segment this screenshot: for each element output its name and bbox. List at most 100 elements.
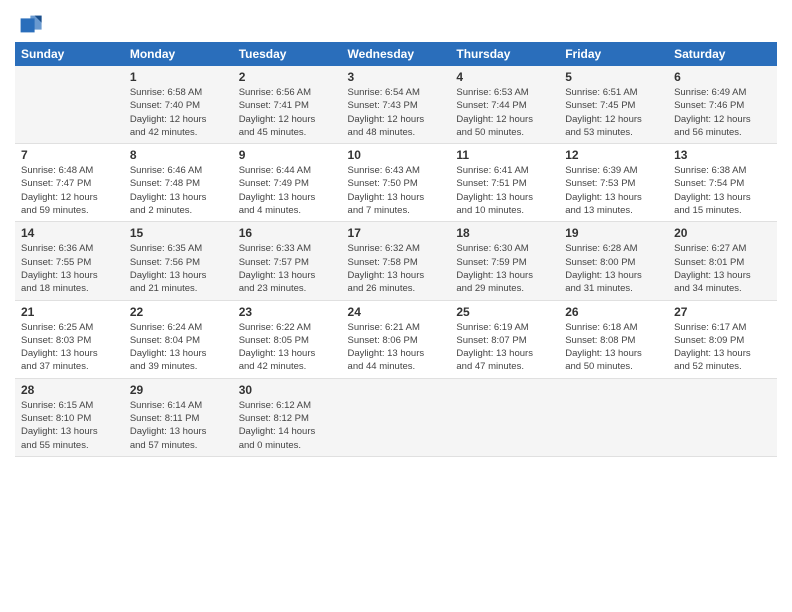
calendar-cell: 3 Sunrise: 6:54 AM Sunset: 7:43 PM Daylig… [342,66,451,144]
day-number: 2 [239,70,336,84]
day-number: 25 [456,305,553,319]
day-number: 19 [565,226,662,240]
day-number: 16 [239,226,336,240]
day-info: Sunrise: 6:36 AM Sunset: 7:55 PM Dayligh… [21,242,118,295]
day-info: Sunrise: 6:30 AM Sunset: 7:59 PM Dayligh… [456,242,553,295]
day-number: 11 [456,148,553,162]
calendar-cell: 16 Sunrise: 6:33 AM Sunset: 7:57 PM Dayli… [233,222,342,300]
day-info: Sunrise: 6:43 AM Sunset: 7:50 PM Dayligh… [348,164,445,217]
calendar-cell: 24 Sunrise: 6:21 AM Sunset: 8:06 PM Dayli… [342,300,451,378]
day-number: 26 [565,305,662,319]
day-info: Sunrise: 6:28 AM Sunset: 8:00 PM Dayligh… [565,242,662,295]
header [15,10,777,38]
day-info: Sunrise: 6:22 AM Sunset: 8:05 PM Dayligh… [239,321,336,374]
day-number: 21 [21,305,118,319]
day-number: 18 [456,226,553,240]
calendar-cell: 14 Sunrise: 6:36 AM Sunset: 7:55 PM Dayli… [15,222,124,300]
day-number: 10 [348,148,445,162]
day-info: Sunrise: 6:53 AM Sunset: 7:44 PM Dayligh… [456,86,553,139]
calendar-cell [668,378,777,456]
logo-icon [15,10,43,38]
day-number: 4 [456,70,553,84]
calendar-cell: 29 Sunrise: 6:14 AM Sunset: 8:11 PM Dayli… [124,378,233,456]
calendar-cell: 12 Sunrise: 6:39 AM Sunset: 7:53 PM Dayli… [559,144,668,222]
day-info: Sunrise: 6:35 AM Sunset: 7:56 PM Dayligh… [130,242,227,295]
calendar-cell: 22 Sunrise: 6:24 AM Sunset: 8:04 PM Dayli… [124,300,233,378]
calendar-cell: 6Sunrise: 6:49 AM Sunset: 7:46 PM Daylig… [668,66,777,144]
day-info: Sunrise: 6:44 AM Sunset: 7:49 PM Dayligh… [239,164,336,217]
calendar-cell [559,378,668,456]
day-info: Sunrise: 6:25 AM Sunset: 8:03 PM Dayligh… [21,321,118,374]
day-info: Sunrise: 6:17 AM Sunset: 8:09 PM Dayligh… [674,321,771,374]
day-number: 13 [674,148,771,162]
calendar-cell: 25 Sunrise: 6:19 AM Sunset: 8:07 PM Dayli… [450,300,559,378]
calendar-cell: 20Sunrise: 6:27 AM Sunset: 8:01 PM Dayli… [668,222,777,300]
calendar-cell: 28 Sunrise: 6:15 AM Sunset: 8:10 PM Dayli… [15,378,124,456]
week-row-2: 7Sunrise: 6:48 AM Sunset: 7:47 PM Daylig… [15,144,777,222]
calendar-cell [342,378,451,456]
week-row-1: 1 Sunrise: 6:58 AM Sunset: 7:40 PM Daylig… [15,66,777,144]
weekday-header-row: SundayMondayTuesdayWednesdayThursdayFrid… [15,42,777,66]
day-info: Sunrise: 6:49 AM Sunset: 7:46 PM Dayligh… [674,86,771,139]
calendar-table: SundayMondayTuesdayWednesdayThursdayFrid… [15,42,777,457]
weekday-header-thursday: Thursday [450,42,559,66]
calendar-cell: 17 Sunrise: 6:32 AM Sunset: 7:58 PM Dayli… [342,222,451,300]
calendar-cell: 15 Sunrise: 6:35 AM Sunset: 7:56 PM Dayli… [124,222,233,300]
day-info: Sunrise: 6:58 AM Sunset: 7:40 PM Dayligh… [130,86,227,139]
weekday-header-tuesday: Tuesday [233,42,342,66]
weekday-header-saturday: Saturday [668,42,777,66]
calendar-cell: 27 Sunrise: 6:17 AM Sunset: 8:09 PM Dayli… [668,300,777,378]
day-number: 20 [674,226,771,240]
day-info: Sunrise: 6:33 AM Sunset: 7:57 PM Dayligh… [239,242,336,295]
day-number: 24 [348,305,445,319]
calendar-cell: 8Sunrise: 6:46 AM Sunset: 7:48 PM Daylig… [124,144,233,222]
calendar-cell: 9 Sunrise: 6:44 AM Sunset: 7:49 PM Daylig… [233,144,342,222]
day-number: 9 [239,148,336,162]
day-number: 3 [348,70,445,84]
day-info: Sunrise: 6:48 AM Sunset: 7:47 PM Dayligh… [21,164,118,217]
day-number: 27 [674,305,771,319]
calendar-cell: 21 Sunrise: 6:25 AM Sunset: 8:03 PM Dayli… [15,300,124,378]
day-number: 15 [130,226,227,240]
day-number: 12 [565,148,662,162]
day-info: Sunrise: 6:32 AM Sunset: 7:58 PM Dayligh… [348,242,445,295]
day-number: 22 [130,305,227,319]
day-number: 29 [130,383,227,397]
calendar-cell: 4 Sunrise: 6:53 AM Sunset: 7:44 PM Daylig… [450,66,559,144]
calendar-cell [15,66,124,144]
week-row-5: 28 Sunrise: 6:15 AM Sunset: 8:10 PM Dayli… [15,378,777,456]
day-info: Sunrise: 6:21 AM Sunset: 8:06 PM Dayligh… [348,321,445,374]
day-info: Sunrise: 6:24 AM Sunset: 8:04 PM Dayligh… [130,321,227,374]
day-number: 1 [130,70,227,84]
day-info: Sunrise: 6:56 AM Sunset: 7:41 PM Dayligh… [239,86,336,139]
calendar-cell: 1 Sunrise: 6:58 AM Sunset: 7:40 PM Daylig… [124,66,233,144]
logo [15,10,47,38]
day-number: 14 [21,226,118,240]
day-info: Sunrise: 6:41 AM Sunset: 7:51 PM Dayligh… [456,164,553,217]
day-info: Sunrise: 6:38 AM Sunset: 7:54 PM Dayligh… [674,164,771,217]
day-info: Sunrise: 6:39 AM Sunset: 7:53 PM Dayligh… [565,164,662,217]
calendar-cell: 2 Sunrise: 6:56 AM Sunset: 7:41 PM Daylig… [233,66,342,144]
calendar-cell: 7Sunrise: 6:48 AM Sunset: 7:47 PM Daylig… [15,144,124,222]
weekday-header-sunday: Sunday [15,42,124,66]
day-info: Sunrise: 6:18 AM Sunset: 8:08 PM Dayligh… [565,321,662,374]
weekday-header-wednesday: Wednesday [342,42,451,66]
main-container: SundayMondayTuesdayWednesdayThursdayFrid… [0,0,792,467]
day-number: 28 [21,383,118,397]
day-info: Sunrise: 6:19 AM Sunset: 8:07 PM Dayligh… [456,321,553,374]
calendar-cell: 5Sunrise: 6:51 AM Sunset: 7:45 PM Daylig… [559,66,668,144]
day-number: 5 [565,70,662,84]
day-number: 30 [239,383,336,397]
day-info: Sunrise: 6:15 AM Sunset: 8:10 PM Dayligh… [21,399,118,452]
weekday-header-friday: Friday [559,42,668,66]
calendar-cell: 26 Sunrise: 6:18 AM Sunset: 8:08 PM Dayli… [559,300,668,378]
calendar-cell: 18 Sunrise: 6:30 AM Sunset: 7:59 PM Dayli… [450,222,559,300]
day-info: Sunrise: 6:54 AM Sunset: 7:43 PM Dayligh… [348,86,445,139]
calendar-cell: 19 Sunrise: 6:28 AM Sunset: 8:00 PM Dayli… [559,222,668,300]
calendar-cell: 13 Sunrise: 6:38 AM Sunset: 7:54 PM Dayli… [668,144,777,222]
weekday-header-monday: Monday [124,42,233,66]
day-number: 17 [348,226,445,240]
calendar-cell: 30Sunrise: 6:12 AM Sunset: 8:12 PM Dayli… [233,378,342,456]
day-info: Sunrise: 6:14 AM Sunset: 8:11 PM Dayligh… [130,399,227,452]
calendar-cell: 11 Sunrise: 6:41 AM Sunset: 7:51 PM Dayli… [450,144,559,222]
